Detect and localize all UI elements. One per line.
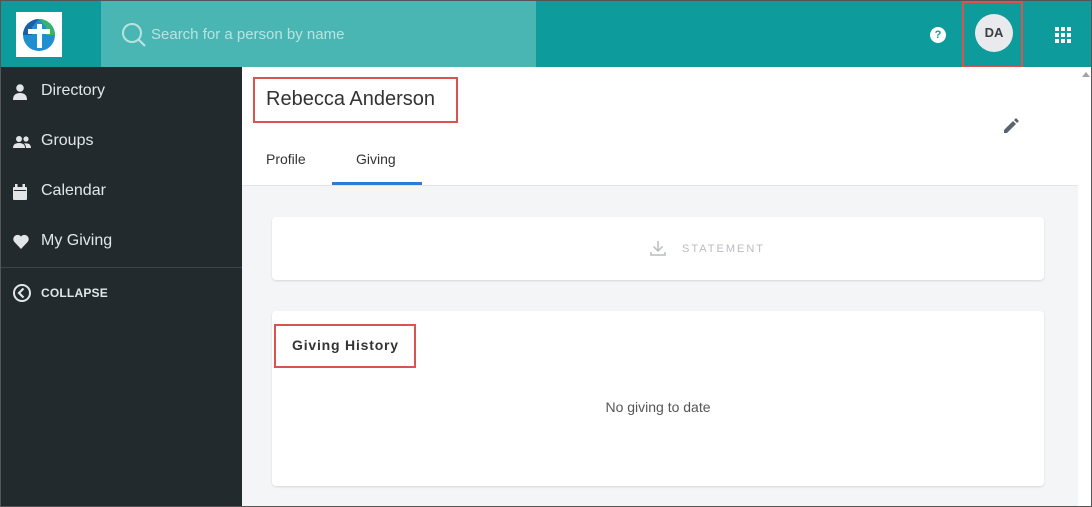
sidebar-item-label: Directory <box>41 82 106 99</box>
sidebar-item-groups[interactable]: Groups <box>1 117 242 167</box>
pencil-edit-icon[interactable] <box>1002 117 1020 140</box>
top-bar: ? DA <box>1 1 1091 68</box>
giving-history-title: Giving History <box>292 337 399 353</box>
grid-apps-icon[interactable] <box>1055 27 1071 43</box>
sidebar: Directory Groups Calendar My Giving COLL… <box>1 67 242 506</box>
main-content: Rebecca Anderson Profile Giving STATEMEN… <box>242 67 1078 506</box>
collapse-label: COLLAPSE <box>41 286 108 300</box>
collapse-button[interactable]: COLLAPSE <box>1 276 242 312</box>
sidebar-item-label: Groups <box>41 132 94 149</box>
heart-icon <box>13 234 29 250</box>
giving-history-card: Giving History No giving to date <box>272 311 1044 486</box>
scrollbar[interactable] <box>1078 67 1091 506</box>
person-icon <box>13 84 29 100</box>
sidebar-divider <box>1 267 242 268</box>
sidebar-item-label: Calendar <box>41 182 106 199</box>
scroll-up-arrow-icon[interactable] <box>1082 72 1090 77</box>
app-window: ? DA Directory Groups Calendar <box>0 0 1092 507</box>
active-tab-indicator <box>332 182 422 185</box>
help-icon[interactable]: ? <box>930 27 946 43</box>
sidebar-item-calendar[interactable]: Calendar <box>1 167 242 217</box>
search-input[interactable] <box>151 21 521 47</box>
empty-state-message: No giving to date <box>605 399 711 415</box>
tab-profile[interactable]: Profile <box>266 151 306 167</box>
person-header: Rebecca Anderson Profile Giving <box>242 67 1078 186</box>
tab-giving[interactable]: Giving <box>356 151 396 167</box>
search-icon <box>121 22 147 53</box>
sidebar-item-my-giving[interactable]: My Giving <box>1 217 242 267</box>
sidebar-item-directory[interactable]: Directory <box>1 67 242 117</box>
church-logo-icon[interactable] <box>16 12 62 57</box>
sidebar-item-label: My Giving <box>41 232 113 249</box>
chevron-left-circle-icon <box>12 283 32 306</box>
page-title: Rebecca Anderson <box>266 88 436 110</box>
search-bar[interactable] <box>101 1 536 67</box>
statement-label: STATEMENT <box>682 243 765 255</box>
calendar-icon <box>13 184 29 200</box>
download-icon <box>650 241 666 256</box>
group-icon <box>13 134 31 150</box>
user-avatar[interactable]: DA <box>975 14 1013 52</box>
statement-card: STATEMENT <box>272 217 1044 280</box>
